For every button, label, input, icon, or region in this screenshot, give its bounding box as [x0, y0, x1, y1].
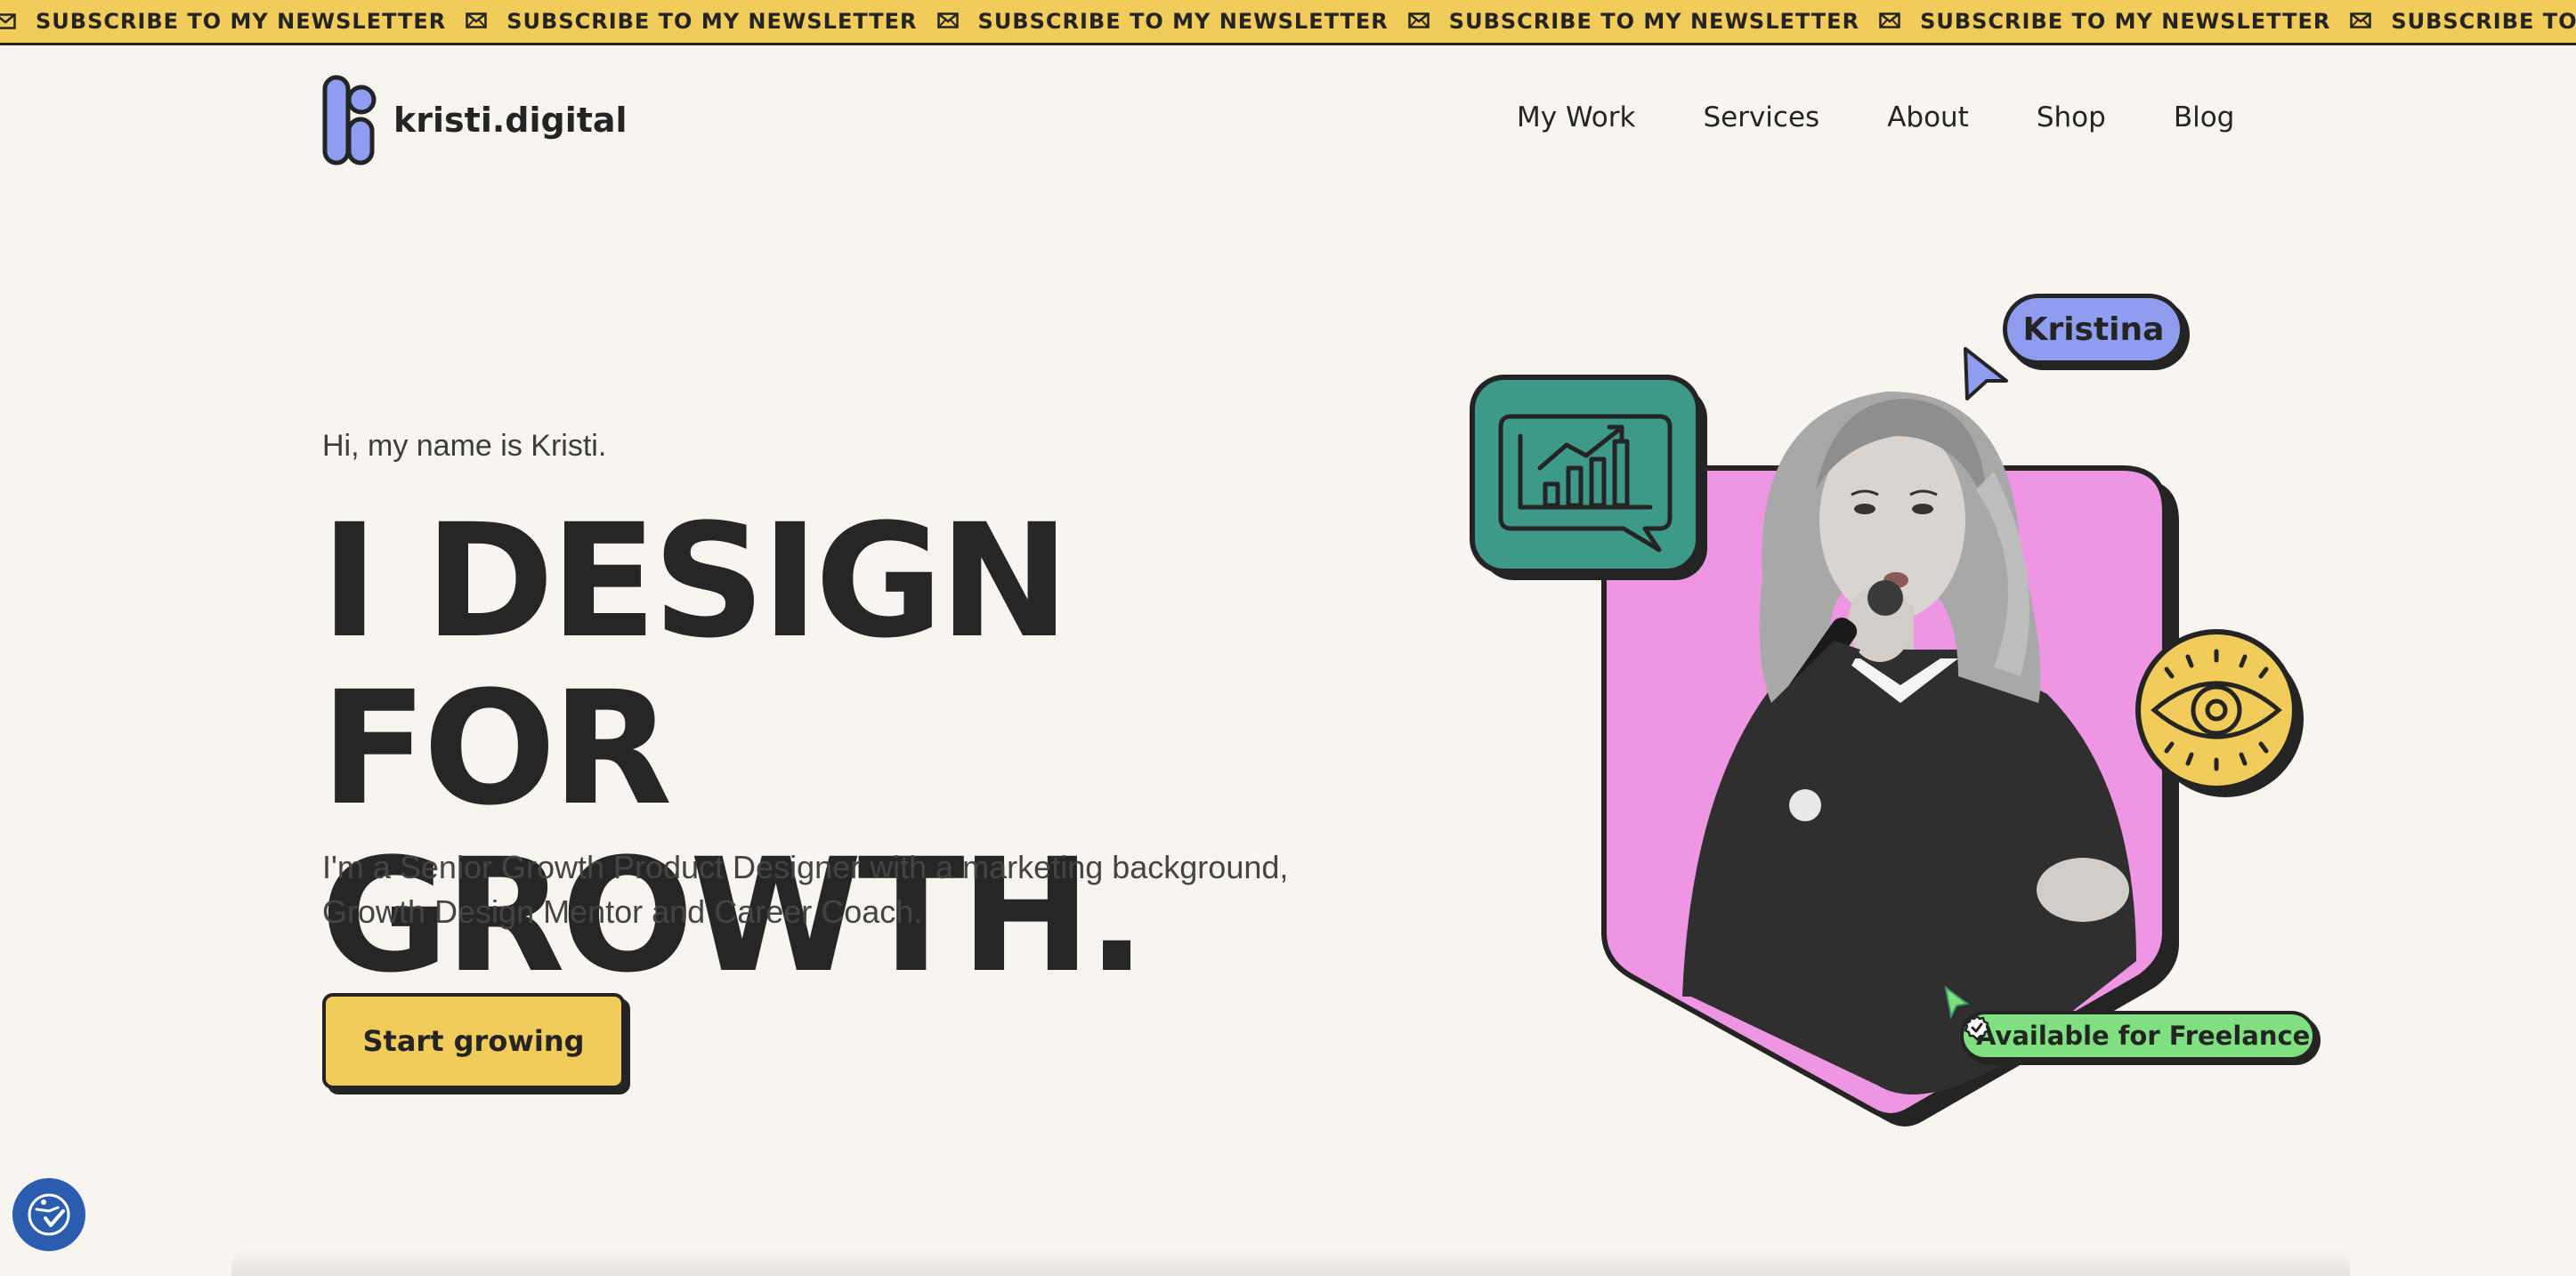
ticker-text: SUBSCRIBE TO MY NEWSLETTER	[1920, 9, 2331, 34]
ticker-item[interactable]: SUBSCRIBE TO MY NEWSLETTER	[36, 0, 446, 43]
freelance-status-badge: Available for Freelance	[1960, 1011, 2316, 1061]
bio-line-2: Growth Design Mentor and Career Coach.	[322, 893, 923, 930]
ticker-text: SUBSCRIBE TO MY NEWSLETTER	[977, 9, 1389, 34]
nav-services[interactable]: Services	[1703, 101, 1819, 133]
envelope-icon	[1408, 9, 1430, 34]
ticker-text: SUBSCRIBE TO MY NEWSLETTER	[1448, 9, 1860, 34]
ticker-item[interactable]: SUBSCRIBE TO MY NEWSLETTER	[446, 0, 917, 43]
envelope-icon	[936, 9, 959, 34]
ticker-text: SUBSCRIBE TO MY NEWSLETTER	[2391, 9, 2576, 34]
nav-blog[interactable]: Blog	[2174, 101, 2235, 133]
ticker-item[interactable]: SUBSCRIBE TO MY NEWSLETTER	[2330, 0, 2576, 43]
nav-shop[interactable]: Shop	[2037, 101, 2106, 133]
envelope-icon	[1879, 9, 1900, 34]
site-logo[interactable]: kristi.digital	[322, 75, 628, 166]
accessibility-icon	[28, 1193, 70, 1236]
start-growing-button[interactable]: Start growing	[322, 993, 625, 1089]
cursor-arrow-icon	[1964, 347, 2008, 400]
envelope-icon	[0, 0, 36, 43]
headline-line-1: I DESIGN FOR	[320, 490, 1070, 840]
next-section-edge	[231, 1249, 2350, 1276]
envelope-icon	[466, 9, 488, 34]
bio-line-1: I'm a Senior Growth Product Designer wit…	[322, 849, 1289, 885]
envelope-icon	[2350, 9, 2372, 34]
ticker-text: SUBSCRIBE TO MY NEWSLETTER	[506, 9, 918, 34]
nav-my-work[interactable]: My Work	[1517, 101, 1635, 133]
main-nav: My Work Services About Shop Blog	[1517, 101, 2234, 133]
name-tag: Kristina	[2003, 294, 2184, 365]
logo-mark-icon	[322, 75, 377, 166]
ticker-item[interactable]: SUBSCRIBE TO MY NEWSLETTER	[1859, 0, 2330, 43]
ticker-item[interactable]: SUBSCRIBE TO MY NEWSLETTER	[918, 0, 1389, 43]
accessibility-button[interactable]	[12, 1178, 85, 1251]
nav-about[interactable]: About	[1887, 101, 1969, 133]
ticker-item[interactable]: SUBSCRIBE TO MY NEWSLETTER	[1389, 0, 1859, 43]
hero-greeting: Hi, my name is Kristi.	[322, 429, 607, 463]
hero-illustration: Kristina Available for Freelance	[1460, 285, 2350, 1139]
freelance-status-text: Available for Freelance	[1976, 1021, 2311, 1051]
newsletter-ticker[interactable]: SUBSCRIBE TO MY NEWSLETTER SUBSCRIBE TO M…	[0, 0, 2576, 45]
ticker-text: SUBSCRIBE TO MY NEWSLETTER	[36, 9, 447, 34]
logo-text: kristi.digital	[393, 101, 628, 140]
hero-bio: I'm a Senior Growth Product Designer wit…	[322, 845, 1301, 934]
ticker-track: SUBSCRIBE TO MY NEWSLETTER SUBSCRIBE TO M…	[0, 0, 2576, 43]
verified-check-icon	[1964, 1014, 1990, 1041]
